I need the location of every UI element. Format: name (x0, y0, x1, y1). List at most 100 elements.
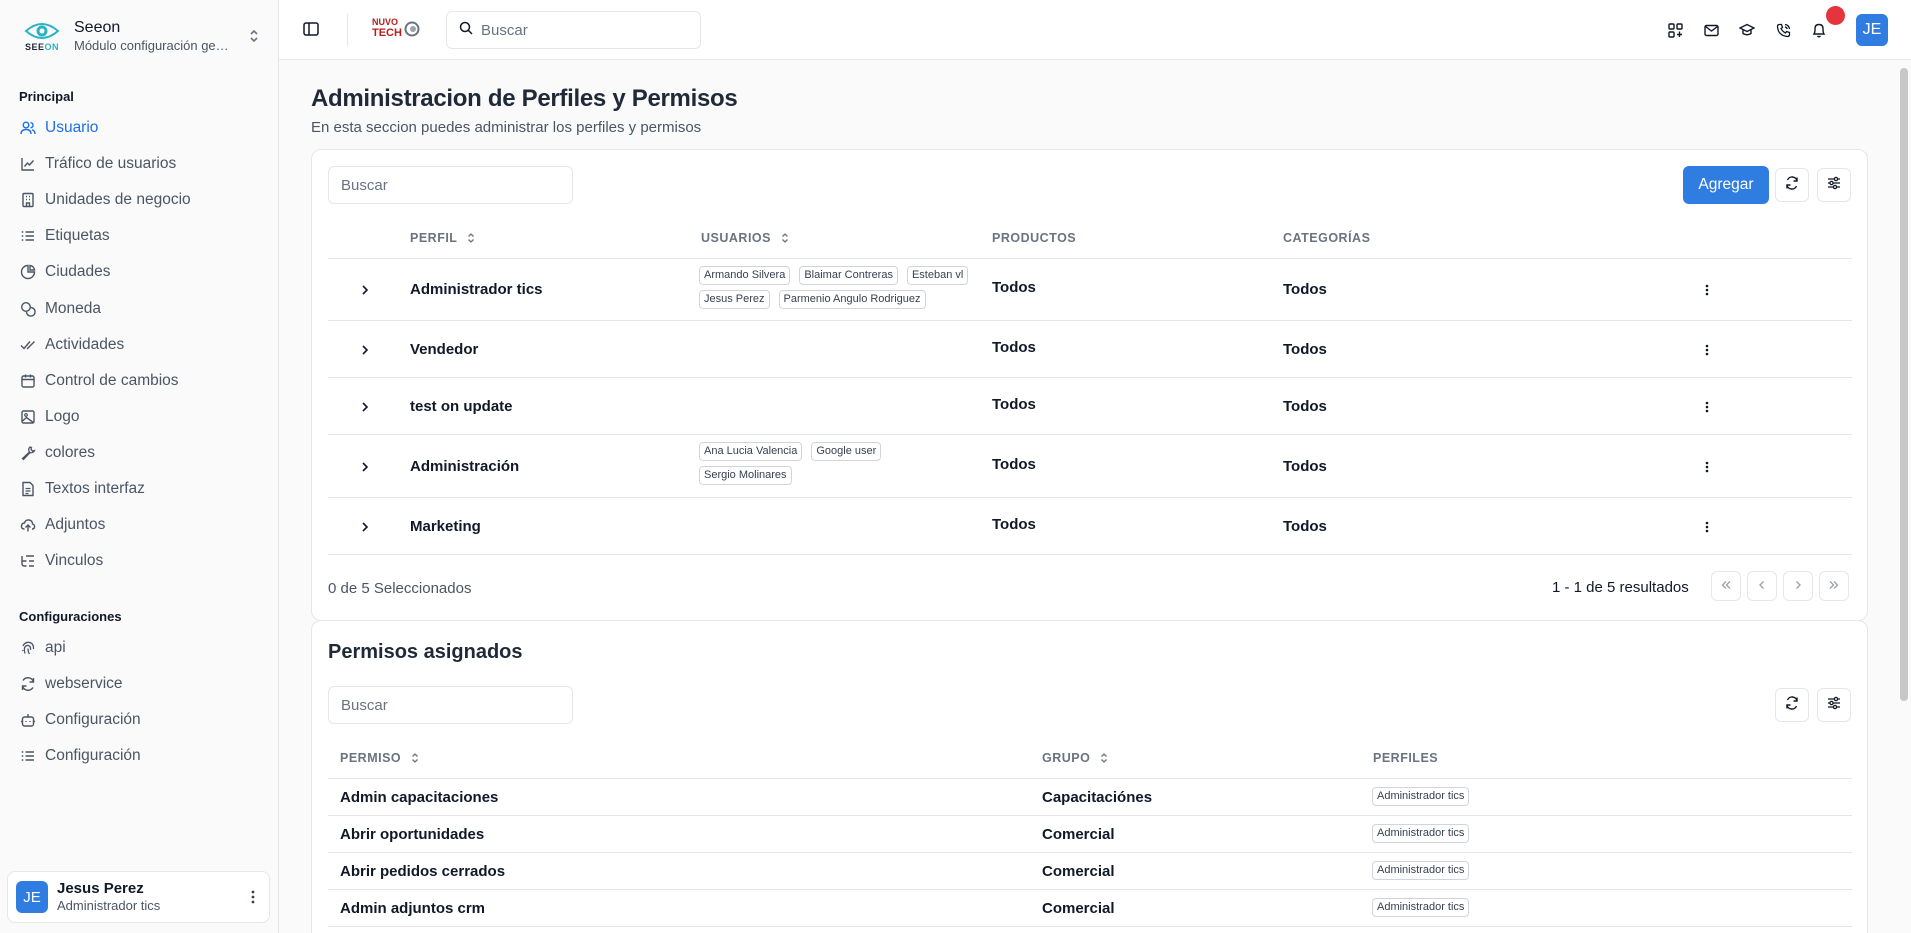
more-vertical-icon[interactable] (1702, 283, 1712, 297)
sidebar-item-logo[interactable]: Logo (20, 403, 260, 431)
apps-icon[interactable] (1666, 21, 1684, 39)
col-header-usuarios[interactable]: USUARIOS (701, 231, 789, 245)
sidebar-item-moneda[interactable]: Moneda (20, 295, 260, 323)
sidebar-item-label: Usuario (45, 119, 99, 136)
profile-tag: Administrador tics (1372, 787, 1470, 806)
more-vertical-icon[interactable] (1702, 400, 1712, 414)
sidebar-item-actividades[interactable]: Actividades (20, 331, 260, 359)
profiles-search[interactable] (328, 166, 573, 204)
profiles-settings-button[interactable] (1817, 168, 1851, 202)
image-icon (20, 409, 36, 425)
prev-page-button[interactable] (1747, 571, 1777, 601)
sidebar-item-label: Tráfico de usuarios (45, 155, 177, 173)
sidebar-item-etiquetas[interactable]: Etiquetas (20, 222, 260, 250)
first-page-button[interactable] (1711, 571, 1741, 601)
permission-row[interactable]: Abrir oportunidades Comercial Administrado… (328, 816, 1852, 853)
sidebar-item-label: Textos interfaz (45, 480, 145, 497)
chevron-right-icon[interactable] (358, 460, 372, 474)
profile-row[interactable]: Administrador tics Armando Silvera Blaimar… (328, 259, 1852, 321)
col-header-perfil[interactable]: PERFIL (410, 231, 475, 245)
profile-products: Todos (992, 455, 1036, 473)
list-icon (20, 748, 36, 764)
more-vertical-icon[interactable] (245, 890, 261, 904)
sidebar-item-control-de-cambios[interactable]: Control de cambios (20, 367, 260, 395)
sidebar-item-configuración[interactable]: Configuración (20, 706, 260, 734)
sidebar-item-label: Configuración (45, 747, 141, 765)
sidebar-item-label: colores (45, 443, 95, 461)
permissions-settings-button[interactable] (1817, 688, 1851, 722)
permissions-search[interactable] (328, 686, 573, 724)
page-scrollbar[interactable] (1900, 68, 1908, 701)
sidebar-item-vinculos[interactable]: Vinculos (20, 547, 260, 575)
permission-row[interactable]: Abrir pedidos cerrados Comercial Administr… (328, 853, 1852, 890)
permission-name: Admin adjuntos crm (340, 900, 486, 917)
line-chart-icon (20, 156, 36, 172)
search-icon (459, 21, 473, 39)
mail-icon[interactable] (1702, 21, 1720, 39)
profiles-refresh-button[interactable] (1775, 168, 1809, 202)
sidebar-item-usuario[interactable]: Usuario (20, 114, 260, 142)
sidebar-item-adjuntos[interactable]: Adjuntos (20, 511, 260, 539)
global-search-input[interactable] (481, 21, 681, 39)
chevron-right-icon[interactable] (358, 520, 372, 534)
profile-row[interactable]: Vendedor Todos Todos (328, 321, 1852, 378)
user-tag: Google user (811, 442, 882, 461)
pie-chart-icon (20, 264, 36, 280)
add-profile-button[interactable]: Agregar (1683, 166, 1769, 204)
col-header-grupo[interactable]: GRUPO (1042, 751, 1108, 765)
sidebar-item-api[interactable]: api (20, 634, 260, 662)
sidebar-item-colores[interactable]: colores (20, 439, 260, 467)
permissions-search-input[interactable] (341, 696, 561, 714)
phone-call-icon[interactable] (1774, 21, 1792, 39)
more-vertical-icon[interactable] (1702, 460, 1712, 474)
group-label-configuraciones: Configuraciones (19, 609, 122, 624)
user-menu[interactable]: JE Jesus Perez Administrador tics (7, 871, 270, 923)
list-icon (20, 228, 36, 244)
sidebar-item-ciudades[interactable]: Ciudades (20, 258, 260, 286)
profile-categories: Todos (1283, 340, 1327, 358)
profile-name: Vendedor (410, 340, 479, 358)
permission-row[interactable]: Admin adjuntos crm Comercial Administrador… (328, 890, 1852, 927)
brand-switcher[interactable]: SEEON Seeon Módulo configuración general (18, 14, 263, 58)
chevron-right-icon[interactable] (358, 400, 372, 414)
profiles-search-input[interactable] (341, 176, 561, 194)
sidebar-toggle-icon[interactable] (302, 20, 322, 40)
profile-row[interactable]: test on update Todos Todos (328, 378, 1852, 435)
sidebar-item-unidades-de-negocio[interactable]: Unidades de negocio (20, 186, 260, 214)
more-vertical-icon[interactable] (1702, 343, 1712, 357)
sidebar-item-textos-interfaz[interactable]: Textos interfaz (20, 475, 260, 503)
last-page-button[interactable] (1819, 571, 1849, 601)
chevrons-right-icon (1828, 578, 1840, 595)
user-tag: Esteban vl (906, 266, 969, 285)
chevron-left-icon (1756, 578, 1768, 595)
profile-row[interactable]: Administración Ana Lucia Valencia Google u… (328, 435, 1852, 498)
sidebar-item-label: Vinculos (45, 552, 104, 570)
sidebar-item-label: Unidades de negocio (45, 191, 191, 209)
more-vertical-icon[interactable] (1702, 520, 1712, 534)
sidebar-item-label: Actividades (45, 335, 125, 353)
next-page-button[interactable] (1783, 571, 1813, 601)
graduation-cap-icon[interactable] (1738, 21, 1756, 39)
user-tags: Armando Silvera Blaimar Contreras Esteban … (699, 266, 979, 309)
sidebar-item-webservice[interactable]: webservice (20, 670, 260, 698)
global-search[interactable] (446, 11, 701, 49)
profile-categories: Todos (1283, 517, 1327, 535)
tenant-logo: NUVO TECH (372, 17, 424, 43)
profile-name: Administrador tics (410, 281, 543, 298)
col-header-permiso[interactable]: PERMISO (340, 751, 419, 765)
profile-categories: Todos (1283, 281, 1327, 298)
sidebar-item-label: Moneda (45, 299, 102, 317)
sidebar-item-tráfico-de-usuarios[interactable]: Tráfico de usuarios (20, 150, 260, 178)
sidebar-item-label: Adjuntos (45, 516, 106, 534)
permissions-refresh-button[interactable] (1775, 688, 1809, 722)
profile-name: Marketing (410, 517, 481, 535)
profile-row[interactable]: Marketing Todos Todos (328, 498, 1852, 555)
permission-row[interactable]: Admin capacitaciones Capacitaciónes Admini… (328, 779, 1852, 816)
sidebar-item-configuración[interactable]: Configuración (20, 742, 260, 770)
bell-icon[interactable] (1810, 21, 1828, 39)
chevron-right-icon[interactable] (358, 283, 372, 297)
fingerprint-icon (20, 640, 36, 656)
page-title: Administracion de Perfiles y Permisos (311, 85, 738, 112)
header-avatar[interactable]: JE (1856, 14, 1888, 46)
chevron-right-icon[interactable] (358, 343, 372, 357)
